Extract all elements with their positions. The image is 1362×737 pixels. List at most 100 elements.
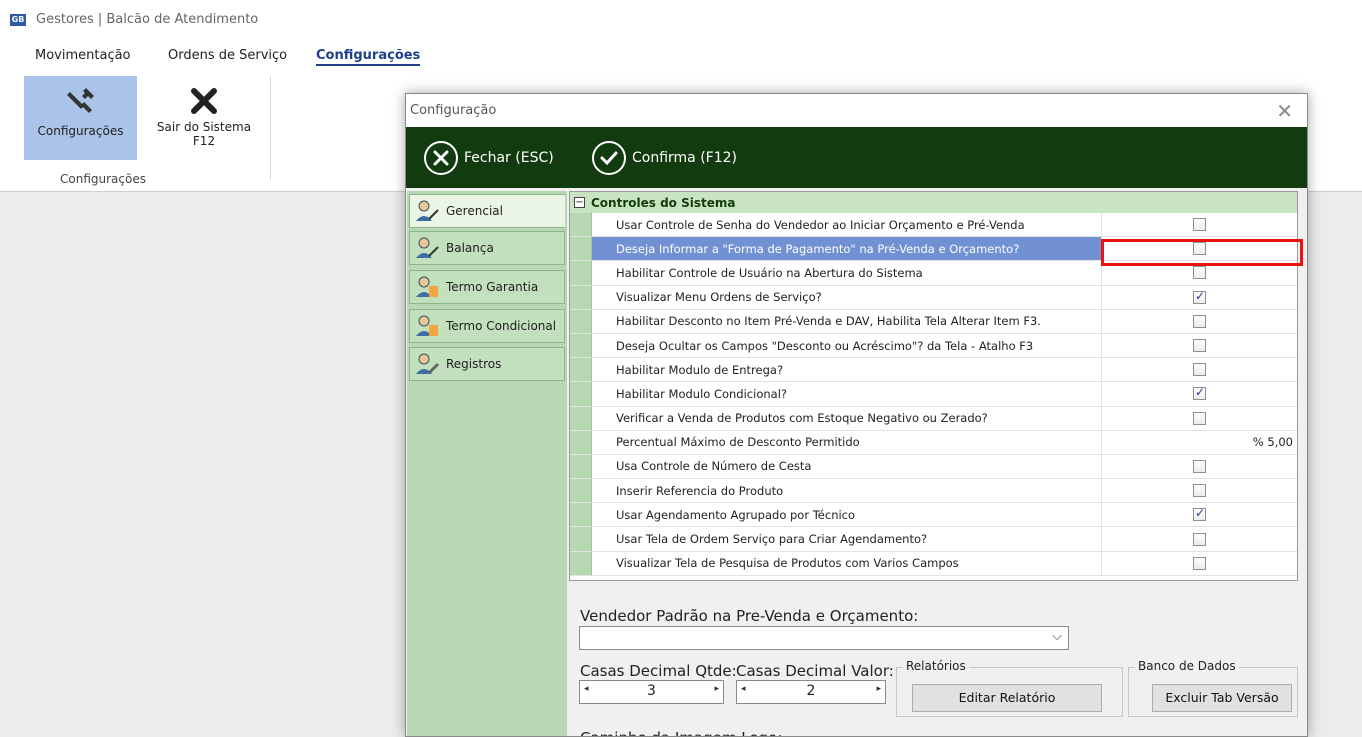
grid-row-label: Inserir Referencia do Produto [592,479,1102,503]
database-legend: Banco de Dados [1135,659,1239,673]
sidebar-item-gerencial[interactable]: Gerencial [409,194,565,228]
close-esc-label: Fechar (ESC) [464,150,554,166]
grid-row[interactable]: Usar Agendamento Agrupado por Técnico [570,503,1297,528]
grid-row-label: Visualizar Menu Ordens de Serviço? [592,285,1102,309]
qty-decimals-label: Casas Decimal Qtde: [580,662,737,680]
grid-row[interactable]: Habilitar Desconto no Item Pré-Venda e D… [570,309,1297,334]
grid-group-header[interactable]: − Controles do Sistema [570,192,1297,213]
grid-rows: Usar Controle de Senha do Vendedor ao In… [570,213,1297,576]
ribbon-separator [270,76,271,180]
grid-row-value[interactable] [1102,407,1297,430]
checkbox[interactable] [1193,339,1206,353]
grid-row-label: Usa Controle de Número de Cesta [592,454,1102,479]
grid-row-indent [570,454,592,479]
grid-row-value[interactable] [1102,527,1297,550]
grid-row[interactable]: Percentual Máximo de Desconto Permitido%… [570,430,1297,455]
grid-row-label: Percentual Máximo de Desconto Permitido [592,430,1102,454]
checkbox[interactable] [1193,506,1206,522]
grid-row[interactable]: Usar Tela de Ordem Serviço para Criar Ag… [570,527,1297,552]
grid-row-value[interactable] [1102,334,1297,357]
exit-ribbon-button[interactable]: Sair do Sistema F12 [140,76,268,160]
grid-row[interactable]: Habilitar Modulo de Entrega? [570,358,1297,383]
tab-ordens-servico[interactable]: Ordens de Serviço [168,48,287,63]
sidebar-item-termo-condicional[interactable]: Termo Condicional [409,309,565,343]
grid-row-value[interactable] [1102,552,1297,575]
grid-row-value[interactable] [1102,213,1297,236]
grid-row[interactable]: Habilitar Controle de Usuário na Abertur… [570,261,1297,286]
confirm-label: Confirma (F12) [632,150,737,166]
grid-row-indent [570,430,592,454]
checkbox[interactable] [1193,266,1206,280]
grid-row-value[interactable] [1102,310,1297,333]
increment-arrow-icon[interactable]: ▸ [714,684,719,694]
value-decimals-stepper[interactable]: ◂ 2 ▸ [736,680,886,704]
dialog-close-icon[interactable]: ✕ [1276,99,1293,123]
grid-row[interactable]: Verificar a Venda de Produtos com Estoqu… [570,406,1297,431]
close-esc-button[interactable]: Fechar (ESC) [424,139,554,177]
sidebar-item-label: Registros [446,357,502,371]
checkbox[interactable] [1193,314,1206,328]
checkbox[interactable] [1193,242,1206,256]
grid-row[interactable]: Deseja Ocultar os Campos "Desconto ou Ac… [570,333,1297,359]
grid-row-label: Usar Controle de Senha do Vendedor ao In… [592,213,1102,237]
grid-row-value[interactable] [1102,286,1297,309]
grid-row[interactable]: Usar Controle de Senha do Vendedor ao In… [570,213,1297,238]
sidebar-item-registros[interactable]: Registros [409,347,565,381]
increment-arrow-icon[interactable]: ▸ [876,684,881,694]
reports-legend: Relatórios [903,659,969,673]
grid-row-value[interactable] [1102,455,1297,478]
grid-row-label: Usar Tela de Ordem Serviço para Criar Ag… [592,527,1102,551]
grid-row[interactable]: Deseja Informar a "Forma de Pagamento" n… [570,237,1297,262]
grid-row[interactable]: Visualizar Tela de Pesquisa de Produtos … [570,551,1297,576]
checkbox[interactable] [1193,556,1206,570]
grid-row-indent [570,527,592,551]
app-title: Gestores | Balcão de Atendimento [36,12,259,27]
app-titlebar: GB Gestores | Balcão de Atendimento [0,0,1362,44]
grid-row-value[interactable] [1102,479,1297,502]
checkbox[interactable] [1193,363,1206,377]
grid-row-indent [570,503,592,527]
sidebar-item-termo-garantia[interactable]: Termo Garantia [409,270,565,304]
menu-bar: Movimentação Ordens de Serviço Configura… [0,44,1362,70]
grid-row[interactable]: Inserir Referencia do Produto [570,479,1297,504]
vendor-label: Vendedor Padrão na Pre-Venda e Orçamento… [580,607,919,625]
sidebar-item-label: Gerencial [446,204,503,218]
qty-decimals-stepper[interactable]: ◂ 3 ▸ [579,680,724,704]
checkbox[interactable] [1193,459,1206,473]
grid-row-value[interactable] [1102,382,1297,405]
grid-row-value[interactable]: % 5,00 [1102,431,1297,454]
chevron-down-icon[interactable]: ⌵ [1052,629,1062,644]
collapse-icon[interactable]: − [574,197,585,208]
grid-row[interactable]: Usa Controle de Número de Cesta [570,454,1297,480]
grid-row-label: Habilitar Modulo de Entrega? [592,358,1102,382]
checkbox[interactable] [1193,411,1206,425]
checkbox[interactable] [1193,484,1206,498]
edit-report-button[interactable]: Editar Relatório [912,684,1102,712]
checkbox[interactable] [1193,218,1206,232]
grid-row[interactable]: Visualizar Menu Ordens de Serviço? [570,285,1297,310]
exit-ribbon-label: Sair do Sistema [156,120,252,134]
delete-version-table-button[interactable]: Excluir Tab Versão [1152,684,1292,712]
grid-row-label: Visualizar Tela de Pesquisa de Produtos … [592,551,1102,575]
grid-row-value[interactable] [1102,261,1297,284]
confirm-button[interactable]: Confirma (F12) [592,139,737,177]
config-ribbon-button[interactable]: Configurações [24,76,137,160]
grid-row-label: Habilitar Desconto no Item Pré-Venda e D… [592,309,1102,333]
cancel-circle-icon [424,141,458,175]
grid-row[interactable]: Habilitar Modulo Condicional? [570,382,1297,407]
grid-row-indent [570,382,592,406]
tab-configuracoes[interactable]: Configurações [316,48,421,66]
grid-row-value[interactable] [1102,237,1297,261]
config-ribbon-label: Configurações [37,124,124,138]
sidebar-item-balanca[interactable]: Balança [409,231,565,265]
checkbox[interactable] [1193,289,1206,304]
checkbox[interactable] [1193,385,1206,401]
user-document-icon [416,315,438,336]
tab-movimentacao[interactable]: Movimentação [35,48,131,63]
sidebar-item-label: Termo Condicional [446,319,557,333]
checkbox[interactable] [1193,532,1206,546]
vendor-select[interactable]: ⌵ [579,626,1069,650]
grid-row-value[interactable] [1102,358,1297,381]
grid-row-value[interactable] [1102,503,1297,526]
user-edit-icon [416,237,439,258]
